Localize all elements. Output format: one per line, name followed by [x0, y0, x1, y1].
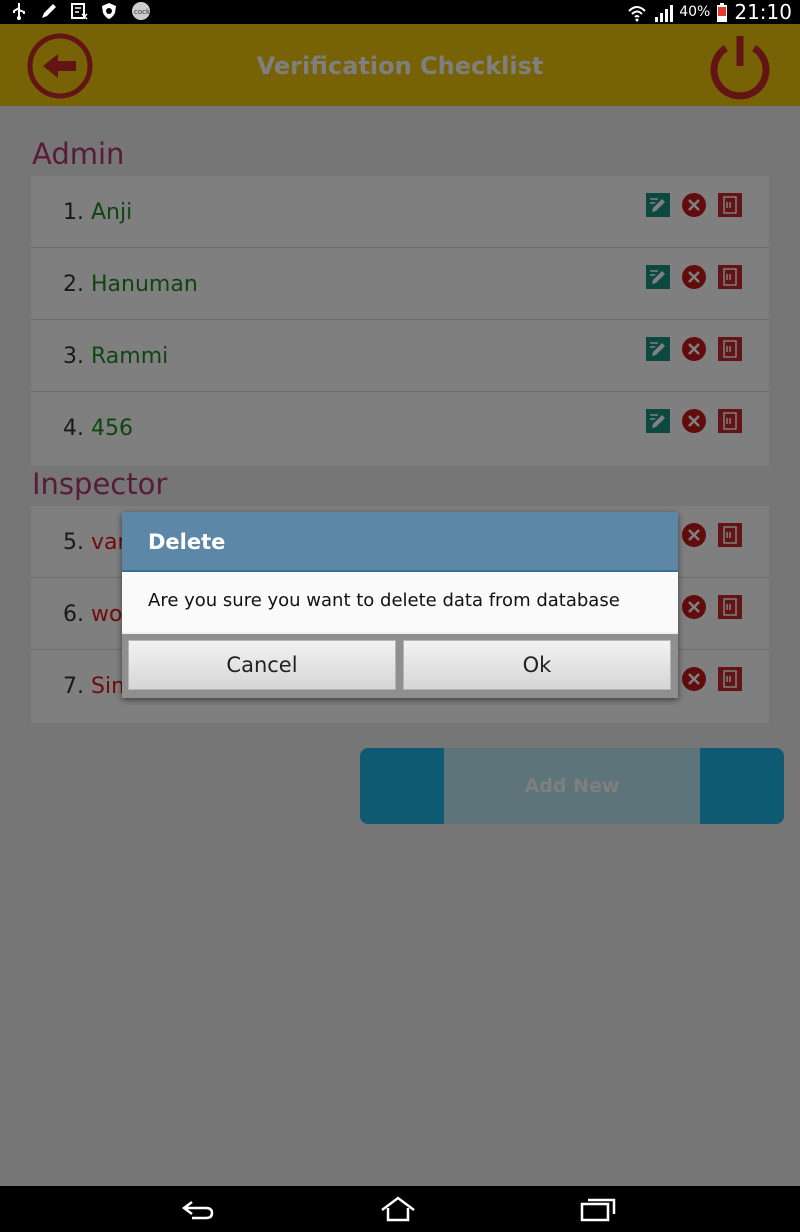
- signal-icon: [653, 3, 674, 22]
- navigation-bar: [0, 1186, 800, 1232]
- ok-button[interactable]: Ok: [403, 640, 671, 690]
- home-nav-icon[interactable]: [378, 1194, 418, 1224]
- recent-apps-nav-icon[interactable]: [578, 1194, 618, 1224]
- battery-icon: [716, 3, 728, 22]
- clock: 21:10: [734, 0, 792, 24]
- status-bar: cock 40% 21:10: [0, 0, 800, 24]
- back-nav-icon[interactable]: [178, 1194, 218, 1224]
- dialog-title: Delete: [122, 512, 678, 572]
- delete-dialog: Delete Are you sure you want to delete d…: [122, 512, 678, 698]
- dialog-message: Are you sure you want to delete data fro…: [122, 572, 678, 632]
- wifi-icon: [627, 3, 647, 22]
- cancel-button[interactable]: Cancel: [128, 640, 396, 690]
- usb-icon: [10, 2, 30, 20]
- calculator-icon: [70, 2, 90, 20]
- dialog-button-bar: Cancel Ok: [122, 634, 678, 698]
- shield-icon: [100, 2, 120, 20]
- svg-text:cock: cock: [134, 8, 151, 16]
- battery-percent: 40%: [679, 4, 711, 20]
- app-icon: cock: [130, 2, 151, 20]
- pencil-icon: [40, 2, 60, 20]
